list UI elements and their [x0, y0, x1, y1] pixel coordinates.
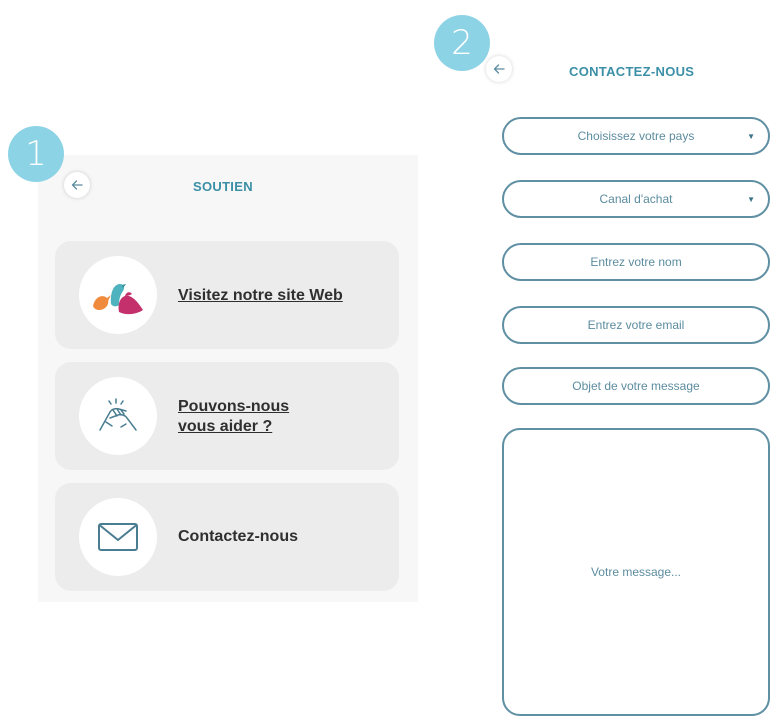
- help-link[interactable]: Pouvons-nous vous aider ?: [178, 397, 328, 437]
- email-placeholder: Entrez votre email: [587, 318, 685, 332]
- page-title: CONTACTEZ-NOUS: [569, 64, 695, 79]
- country-select[interactable]: Choisissez votre pays ▼: [502, 117, 770, 155]
- caret-down-icon: ▼: [747, 195, 755, 204]
- arrow-left-icon: [493, 64, 505, 74]
- name-input[interactable]: Entrez votre nom: [502, 243, 770, 281]
- country-select-label: Choisissez votre pays: [577, 129, 695, 143]
- back-button[interactable]: [64, 172, 90, 198]
- icon-circle: [79, 377, 157, 455]
- name-placeholder: Entrez votre nom: [590, 255, 682, 269]
- handshake-icon: [99, 398, 137, 431]
- contact-card[interactable]: Contactez-nous: [55, 483, 399, 591]
- caret-down-icon: ▼: [747, 132, 755, 141]
- message-textarea[interactable]: Votre message...: [502, 428, 770, 716]
- message-placeholder: Votre message...: [590, 565, 682, 579]
- visit-website-card[interactable]: Visitez notre site Web: [55, 241, 399, 349]
- arrow-left-icon: [71, 180, 83, 190]
- purchase-channel-label: Canal d'achat: [599, 192, 673, 206]
- icon-circle: [79, 498, 157, 576]
- birds-logo-icon: [93, 284, 143, 315]
- envelope-icon: [98, 523, 138, 551]
- back-button[interactable]: [486, 56, 512, 82]
- page-title: SOUTIEN: [193, 179, 253, 194]
- subject-input[interactable]: Objet de votre message: [502, 367, 770, 405]
- step-badge-1: 1: [8, 126, 64, 182]
- screen-canvas: SOUTIEN Visitez notre site Web Pouvons-n…: [0, 0, 771, 718]
- purchase-channel-select[interactable]: Canal d'achat ▼: [502, 180, 770, 218]
- help-card[interactable]: Pouvons-nous vous aider ?: [55, 362, 399, 470]
- support-screen: SOUTIEN Visitez notre site Web Pouvons-n…: [38, 155, 418, 602]
- visit-website-link[interactable]: Visitez notre site Web: [178, 286, 343, 306]
- icon-circle: [79, 256, 157, 334]
- contact-label: Contactez-nous: [178, 528, 298, 545]
- email-input[interactable]: Entrez votre email: [502, 306, 770, 344]
- subject-placeholder: Objet de votre message: [572, 379, 700, 393]
- contact-screen: CONTACTEZ-NOUS Choisissez votre pays ▼ C…: [486, 42, 771, 718]
- step-badge-2: 2: [434, 15, 490, 71]
